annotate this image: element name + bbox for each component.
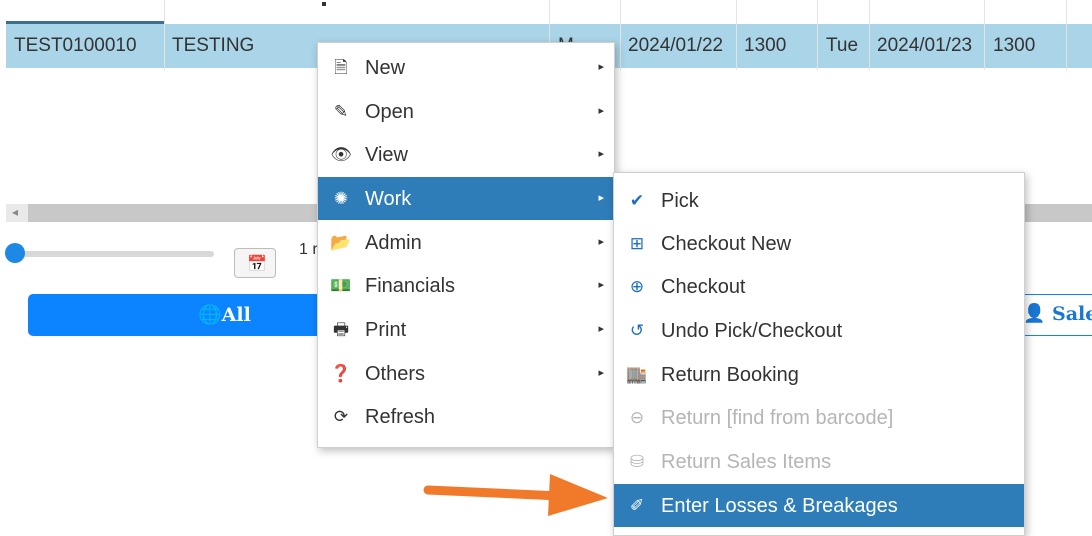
menu-item-new[interactable]: 🗎 New ▸ (318, 46, 614, 89)
submenu-arrow-icon: ▸ (598, 105, 604, 117)
submenu-item-label: Checkout New (661, 233, 792, 255)
edit-icon: ✎ (333, 102, 349, 121)
date-slider-track[interactable] (14, 251, 214, 257)
folder-icon: 📂 (330, 233, 352, 252)
arrow-left-circle-icon: ⊖ (629, 408, 645, 427)
submenu-item-enter-losses-breakages[interactable]: ✐ Enter Losses & Breakages (614, 484, 1024, 527)
submenu-item-return-find-barcode: ⊖ Return [find from barcode] (614, 396, 1024, 439)
plus-square-icon: ⊞ (629, 234, 645, 253)
menu-item-open[interactable]: ✎ Open ▸ (318, 90, 614, 133)
calendar-icon: 📅 (247, 256, 267, 273)
user-icon: 👤 (1023, 303, 1046, 324)
menu-item-print[interactable]: 🖶 Print ▸ (318, 308, 614, 351)
print-icon: 🖶 (332, 320, 350, 339)
submenu-arrow-icon: ▸ (598, 236, 604, 248)
all-filter-button[interactable]: 🌐All (28, 294, 328, 336)
column-divider (1066, 0, 1067, 70)
header-mark (322, 2, 326, 6)
cell-day[interactable]: Tue (826, 35, 858, 57)
work-submenu: ✔ Pick ⊞ Checkout New ⊕ Checkout ↺ Undo … (613, 172, 1025, 536)
submenu-item-label: Return [find from barcode] (661, 407, 894, 429)
submenu-item-label: Checkout (661, 276, 746, 298)
all-filter-label: All (221, 304, 251, 326)
warehouse-icon: 🏬 (626, 365, 648, 384)
column-divider (164, 0, 165, 70)
submenu-arrow-icon: ▸ (598, 192, 604, 204)
refresh-icon: ⟳ (333, 407, 349, 426)
menu-item-label: View (365, 144, 408, 166)
menu-item-view[interactable]: 👁 View ▸ (318, 133, 614, 176)
cell-start-date[interactable]: 2024/01/22 (628, 35, 723, 57)
submenu-item-pick[interactable]: ✔ Pick (614, 179, 1024, 222)
submenu-item-checkout-new[interactable]: ⊞ Checkout New (614, 222, 1024, 265)
submenu-item-label: Undo Pick/Checkout (661, 320, 843, 342)
column-divider (869, 0, 870, 70)
cell-code[interactable]: TEST0100010 (14, 35, 137, 57)
submenu-item-label: Enter Losses & Breakages (661, 495, 898, 517)
sales-return-icon: ⛁ (629, 452, 645, 471)
undo-icon: ↺ (629, 321, 645, 340)
question-icon: ❓ (330, 364, 352, 383)
submenu-arrow-icon: ▸ (598, 323, 604, 335)
annotation-arrow (423, 474, 608, 516)
cell-name[interactable]: TESTING (172, 35, 254, 57)
submenu-item-return-booking[interactable]: 🏬 Return Booking (614, 353, 1024, 396)
cell-start-time[interactable]: 1300 (744, 35, 786, 57)
file-icon: 🗎 (334, 58, 348, 77)
money-icon: 💵 (330, 276, 352, 295)
sales-filter-button[interactable]: 👤 Sale (1014, 294, 1092, 336)
menu-item-admin[interactable]: 📂 Admin ▸ (318, 221, 614, 264)
date-slider-handle[interactable] (5, 243, 25, 263)
submenu-item-checkout[interactable]: ⊕ Checkout (614, 265, 1024, 308)
eye-icon: 👁 (330, 145, 352, 164)
submenu-item-label: Return Sales Items (661, 451, 832, 473)
submenu-item-label: Pick (661, 190, 699, 212)
calendar-button[interactable]: 📅 (234, 248, 276, 278)
column-divider (736, 0, 737, 70)
slider-label: 1 r (299, 241, 318, 258)
menu-item-label: Others (365, 363, 426, 385)
column-divider (984, 0, 985, 70)
broken-icon: ✐ (629, 496, 645, 515)
plus-circle-icon: ⊕ (629, 277, 645, 296)
cell-end-time[interactable]: 1300 (993, 35, 1035, 57)
submenu-item-label: Return Booking (661, 364, 799, 386)
submenu-arrow-icon: ▸ (598, 61, 604, 73)
menu-item-label: Print (365, 319, 407, 341)
cell-end-date[interactable]: 2024/01/23 (877, 35, 972, 57)
submenu-item-undo-pick-checkout[interactable]: ↺ Undo Pick/Checkout (614, 309, 1024, 352)
sales-filter-label: Sale (1052, 303, 1092, 325)
submenu-arrow-icon: ▸ (598, 279, 604, 291)
menu-item-label: Admin (365, 232, 422, 254)
column-divider (620, 0, 621, 70)
scroll-left-arrow-icon: ◂ (12, 205, 19, 219)
context-menu: 🗎 New ▸ ✎ Open ▸ 👁 View ▸ ✺ Work ▸ 📂 Adm… (317, 42, 615, 448)
menu-item-refresh[interactable]: ⟳ Refresh (318, 395, 614, 438)
submenu-arrow-icon: ▸ (598, 367, 604, 379)
submenu-item-return-sales-items: ⛁ Return Sales Items (614, 440, 1024, 483)
menu-item-label: New (365, 57, 406, 79)
menu-item-others[interactable]: ❓ Others ▸ (318, 352, 614, 395)
menu-item-label: Work (365, 188, 412, 210)
menu-item-label: Refresh (365, 406, 436, 428)
menu-item-label: Financials (365, 275, 456, 297)
menu-item-work[interactable]: ✺ Work ▸ (318, 177, 614, 220)
spinner-icon: ✺ (333, 189, 349, 208)
submenu-arrow-icon: ▸ (598, 148, 604, 160)
column-divider (817, 0, 818, 70)
globe-icon: 🌐 (198, 304, 222, 326)
menu-item-financials[interactable]: 💵 Financials ▸ (318, 264, 614, 307)
check-icon: ✔ (629, 191, 645, 210)
menu-item-label: Open (365, 101, 414, 123)
